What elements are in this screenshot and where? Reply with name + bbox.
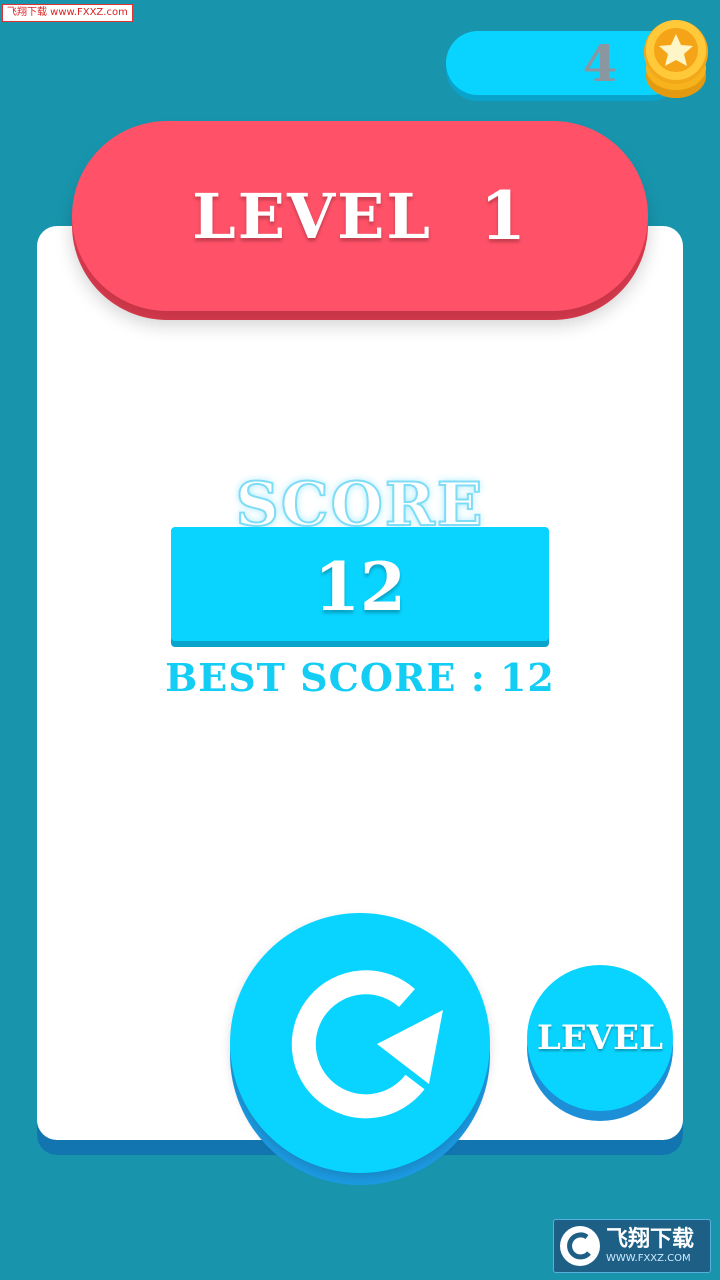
coin-star-icon xyxy=(644,20,708,98)
restart-button[interactable] xyxy=(230,913,490,1173)
level-button-label: LEVEL xyxy=(536,1018,664,1058)
watermark-top: 飞翔下载 www.FXXZ.com xyxy=(2,4,133,22)
best-score: BEST SCORE : 12 xyxy=(165,655,555,700)
fxxz-logo-icon xyxy=(560,1226,600,1266)
score-value: 12 xyxy=(314,548,406,626)
level-select-button[interactable]: LEVEL xyxy=(527,965,673,1111)
restart-arrow-icon xyxy=(291,970,443,1119)
level-label: LEVEL xyxy=(192,179,432,253)
level-number: 1 xyxy=(479,177,528,255)
watermark-url: WWW.FXXZ.COM xyxy=(606,1252,691,1264)
level-banner-text: LEVEL 1 xyxy=(72,121,648,311)
watermark-bottom: 飞翔下载 WWW.FXXZ.COM xyxy=(553,1219,711,1273)
watermark-brand: 飞翔下载 xyxy=(606,1227,695,1253)
coin-count: 4 xyxy=(582,34,618,93)
